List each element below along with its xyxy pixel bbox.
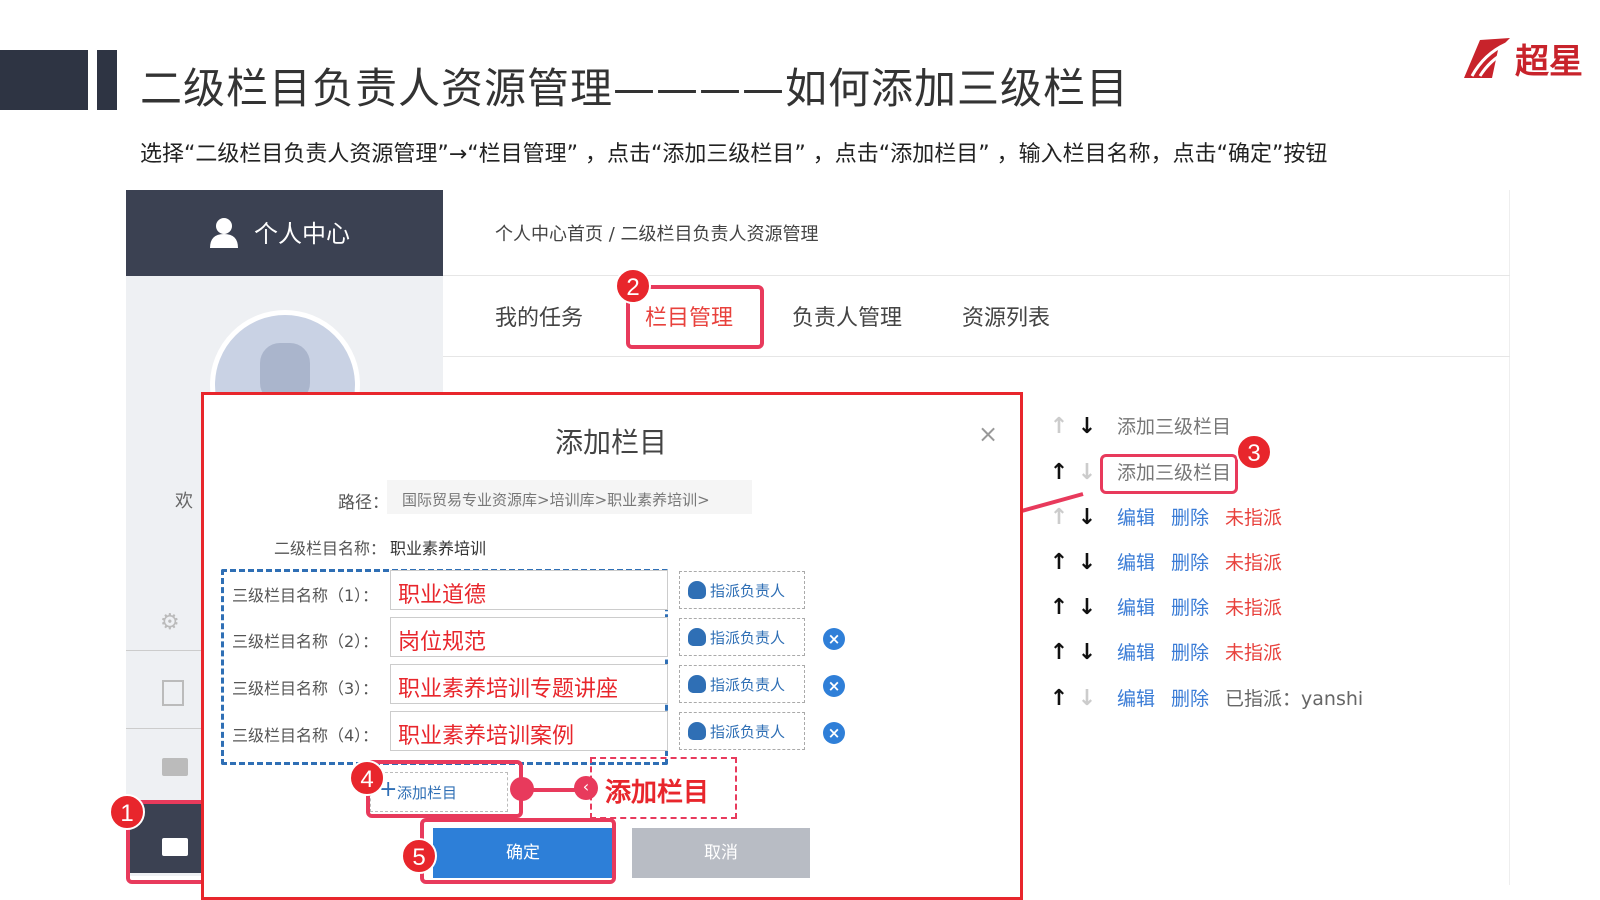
- header-block: [0, 50, 88, 110]
- add-subcolumn-link[interactable]: 添加三级栏目: [1117, 412, 1231, 439]
- edit-link[interactable]: 编辑: [1117, 503, 1155, 530]
- callout-dot: [510, 777, 534, 801]
- subcolumn-name-value: 职业道德: [398, 583, 487, 608]
- path-value: 国际贸易专业资源库>培训库>职业素养培训>: [402, 491, 710, 509]
- assign-owner-button[interactable]: 指派负责人: [679, 665, 805, 703]
- step-marker: 5: [401, 838, 437, 874]
- logo-text: 超星: [1515, 42, 1583, 82]
- arrow-down-icon[interactable]: ↓: [1073, 550, 1101, 575]
- edit-icon[interactable]: [162, 680, 184, 706]
- sidebar-header-label: 个人中心: [254, 220, 350, 248]
- field-label: 三级栏目名称（3）：: [232, 679, 379, 698]
- field-label: 三级栏目名称（4）：: [232, 726, 379, 745]
- field-label: 三级栏目名称（2）：: [232, 632, 379, 651]
- step-marker: 4: [349, 760, 385, 796]
- arrow-down-icon[interactable]: ↓: [1073, 460, 1101, 485]
- step-marker: 3: [1236, 434, 1272, 470]
- divider: [443, 356, 1510, 357]
- list-item: ↑ ↓ 编辑 删除 已指派：yanshi: [1045, 684, 1363, 714]
- status-text: 未指派: [1225, 507, 1283, 529]
- status-text: 未指派: [1225, 597, 1283, 619]
- delete-link[interactable]: 删除: [1171, 503, 1209, 530]
- list-item: ↑ ↓ 添加三级栏目: [1045, 412, 1231, 442]
- person-add-icon: [688, 628, 706, 646]
- arrow-up-icon[interactable]: ↑: [1045, 414, 1073, 439]
- delete-link[interactable]: 删除: [1171, 548, 1209, 575]
- remove-icon[interactable]: ×: [823, 628, 845, 650]
- highlight-box: [420, 818, 616, 884]
- list-item: ↑ ↓ 编辑 删除 未指派: [1045, 593, 1282, 623]
- tab-my-tasks[interactable]: 我的任务: [495, 300, 583, 332]
- arrow-down-icon[interactable]: ↓: [1073, 595, 1101, 620]
- sidebar-header[interactable]: 个人中心: [126, 190, 443, 276]
- arrow-up-icon[interactable]: ↑: [1045, 640, 1073, 665]
- arrow-down-icon[interactable]: ↓: [1073, 686, 1101, 711]
- arrow-down-icon[interactable]: ↓: [1073, 640, 1101, 665]
- folder-icon[interactable]: [162, 758, 188, 776]
- breadcrumb: 个人中心首页 / 二级栏目负责人资源管理: [495, 224, 819, 245]
- subcolumn-name-value: 岗位规范: [398, 630, 487, 655]
- chevron-left-icon: ‹: [574, 776, 598, 800]
- path-label: 路径：: [338, 493, 389, 513]
- tab-resource-list[interactable]: 资源列表: [962, 300, 1050, 332]
- list-item: ↑ ↓ 编辑 删除 未指派: [1045, 548, 1282, 578]
- instruction-text: 选择“二级栏目负责人资源管理”→“栏目管理” ，点击“添加三级栏目” ，点击“添…: [140, 142, 1328, 167]
- tab-owner-management[interactable]: 负责人管理: [792, 300, 902, 332]
- edit-link[interactable]: 编辑: [1117, 593, 1155, 620]
- delete-link[interactable]: 删除: [1171, 638, 1209, 665]
- subcolumn-name-value: 职业素养培训专题讲座: [398, 677, 619, 702]
- field-label: 三级栏目名称（1）：: [232, 586, 379, 605]
- sidebar-divider: [126, 650, 206, 651]
- edit-link[interactable]: 编辑: [1117, 638, 1155, 665]
- delete-link[interactable]: 删除: [1171, 684, 1209, 711]
- arrow-up-icon[interactable]: ↑: [1045, 686, 1073, 711]
- person-add-icon: [688, 581, 706, 599]
- dialog-title: 添加栏目: [555, 426, 668, 459]
- step-marker: 2: [615, 268, 651, 304]
- close-icon[interactable]: ×: [978, 420, 998, 448]
- subcolumn-name-value: 职业素养培训案例: [398, 724, 575, 749]
- assign-owner-button[interactable]: 指派负责人: [679, 712, 805, 750]
- status-text: 未指派: [1225, 642, 1283, 664]
- gear-icon[interactable]: ⚙: [160, 610, 180, 635]
- assign-owner-button[interactable]: 指派负责人: [679, 571, 805, 609]
- highlight-box: [366, 760, 523, 818]
- person-add-icon: [688, 675, 706, 693]
- sidebar-divider: [126, 728, 206, 729]
- arrow-up-icon[interactable]: ↑: [1045, 550, 1073, 575]
- remove-icon[interactable]: ×: [823, 675, 845, 697]
- level2-label: 二级栏目名称：: [274, 539, 387, 558]
- status-text: 已指派：yanshi: [1225, 688, 1364, 710]
- callout-text: 添加栏目: [605, 778, 710, 808]
- user-icon: [210, 218, 238, 248]
- highlight-box: [1100, 454, 1238, 494]
- edit-link[interactable]: 编辑: [1117, 684, 1155, 711]
- status-text: 未指派: [1225, 552, 1283, 574]
- arrow-up-icon[interactable]: ↑: [1045, 595, 1073, 620]
- header-bar: [97, 50, 117, 110]
- step-marker: 1: [109, 794, 145, 830]
- delete-link[interactable]: 删除: [1171, 593, 1209, 620]
- welcome-text: 欢: [175, 491, 193, 512]
- arrow-down-icon[interactable]: ↓: [1073, 414, 1101, 439]
- remove-icon[interactable]: ×: [823, 722, 845, 744]
- edit-link[interactable]: 编辑: [1117, 548, 1155, 575]
- assign-owner-button[interactable]: 指派负责人: [679, 618, 805, 656]
- list-item: ↑ ↓ 编辑 删除 未指派: [1045, 638, 1282, 668]
- person-add-icon: [688, 722, 706, 740]
- cancel-button[interactable]: 取消: [632, 828, 810, 878]
- level2-value: 职业素养培训: [390, 539, 487, 558]
- slide-title: 二级栏目负责人资源管理————如何添加三级栏目: [140, 64, 1130, 113]
- divider: [443, 275, 1510, 276]
- arrow-up-icon[interactable]: ↑: [1045, 460, 1073, 485]
